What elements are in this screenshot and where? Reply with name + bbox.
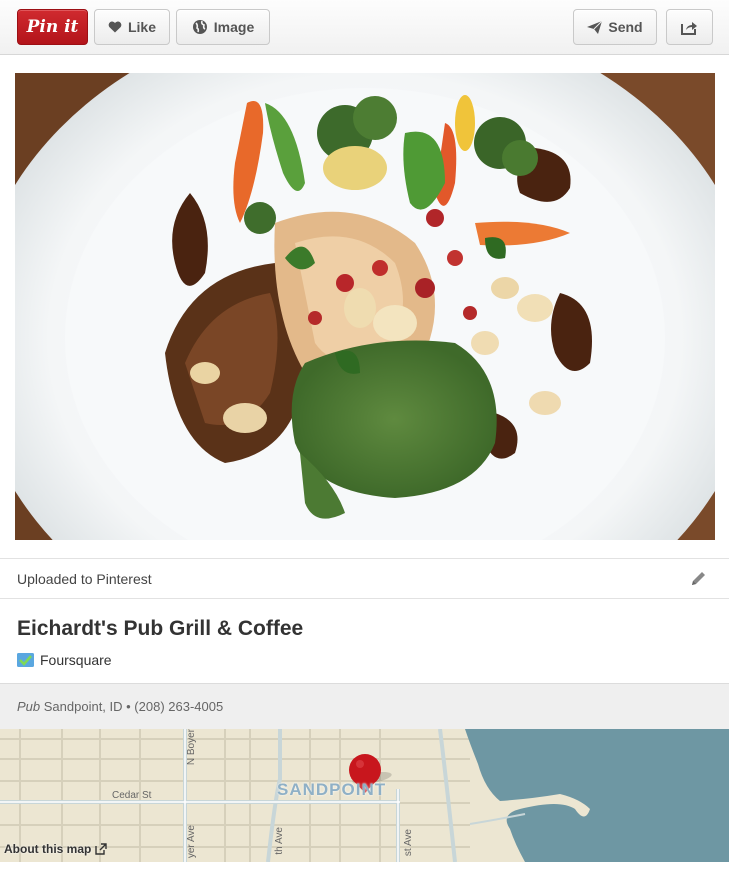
about-this-map-label: About this map [4,842,92,856]
place-name[interactable]: Eichardt's Pub Grill & Coffee [17,617,303,641]
place-details-bar: Pub Sandpoint, ID • (208) 263-4005 [0,683,729,729]
street-label-fifth: th Ave [274,827,285,855]
food-plate-illustration [15,73,715,540]
like-label: Like [127,19,156,35]
about-this-map-link[interactable]: About this map [4,842,108,856]
foursquare-icon [17,653,34,667]
foursquare-source[interactable]: Foursquare [17,652,112,668]
share-button[interactable] [666,9,713,45]
heart-icon [108,21,122,33]
image-label: Image [213,19,255,35]
street-label-boyer: N Boyer [186,729,197,766]
pin-it-button[interactable]: Pin it [17,9,88,45]
place-details: Pub Sandpoint, ID • (208) 263-4005 [17,699,223,714]
pin-image[interactable] [15,73,715,540]
like-button[interactable]: Like [94,9,170,45]
foursquare-label: Foursquare [40,652,112,668]
location-map[interactable]: SANDPOINT Cedar St N Boyer yer Ave th Av… [0,729,729,862]
external-link-icon [95,843,108,855]
map-town-label: SANDPOINT [277,780,387,799]
toolbar: Pin it Like Image Send [0,0,729,55]
pin-it-label: Pin it [26,17,79,37]
street-label-boyer-ave: yer Ave [186,825,197,859]
share-icon [681,21,697,35]
image-button[interactable]: Image [176,9,270,45]
place-location-phone: Sandpoint, ID • (208) 263-4005 [40,699,224,714]
street-label-first: st Ave [403,829,414,857]
send-button[interactable]: Send [573,9,657,45]
pin-source-bar: Uploaded to Pinterest [0,558,729,599]
send-label: Send [608,19,643,35]
place-category: Pub [17,699,41,714]
street-label-cedar: Cedar St [112,790,152,801]
pin-source-text: Uploaded to Pinterest [17,571,152,587]
paper-plane-icon [587,20,603,34]
pencil-icon[interactable] [690,570,707,587]
globe-icon [192,20,207,34]
